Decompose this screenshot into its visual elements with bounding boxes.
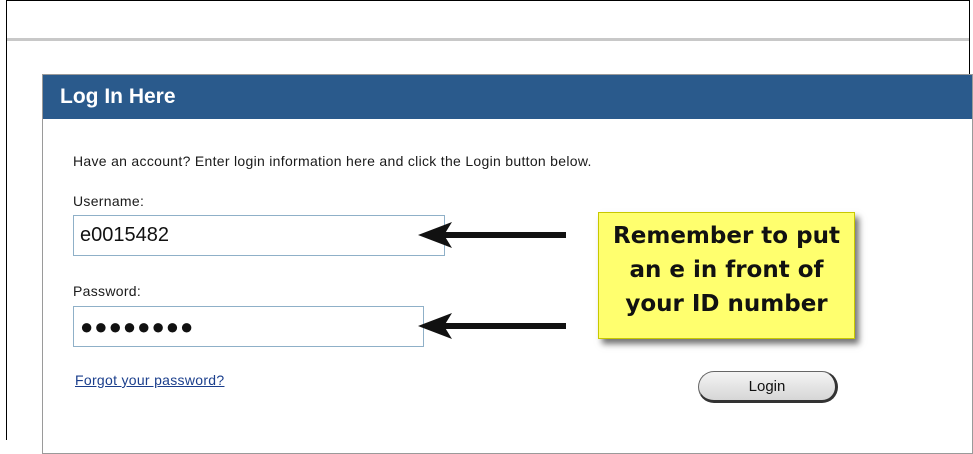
callout-line: an e in front of <box>629 257 824 283</box>
panel-title: Log In Here <box>43 75 972 119</box>
callout-line: Remember to put <box>613 223 840 249</box>
password-label: Password: <box>73 283 142 299</box>
username-label: Username: <box>73 193 145 209</box>
arrow-to-password-icon <box>418 313 566 339</box>
top-divider <box>7 38 969 41</box>
login-instructions: Have an account? Enter login information… <box>73 153 592 169</box>
forgot-password-link[interactable]: Forgot your password? <box>75 372 224 388</box>
callout-line: your ID number <box>625 291 828 317</box>
arrow-to-username-icon <box>418 222 566 248</box>
id-reminder-callout: Remember to put an e in front of your ID… <box>598 212 855 339</box>
password-field[interactable]: ●●●●●●●● <box>73 306 424 347</box>
username-field[interactable]: e0015482 <box>73 215 445 256</box>
login-button[interactable]: Login <box>698 371 838 403</box>
